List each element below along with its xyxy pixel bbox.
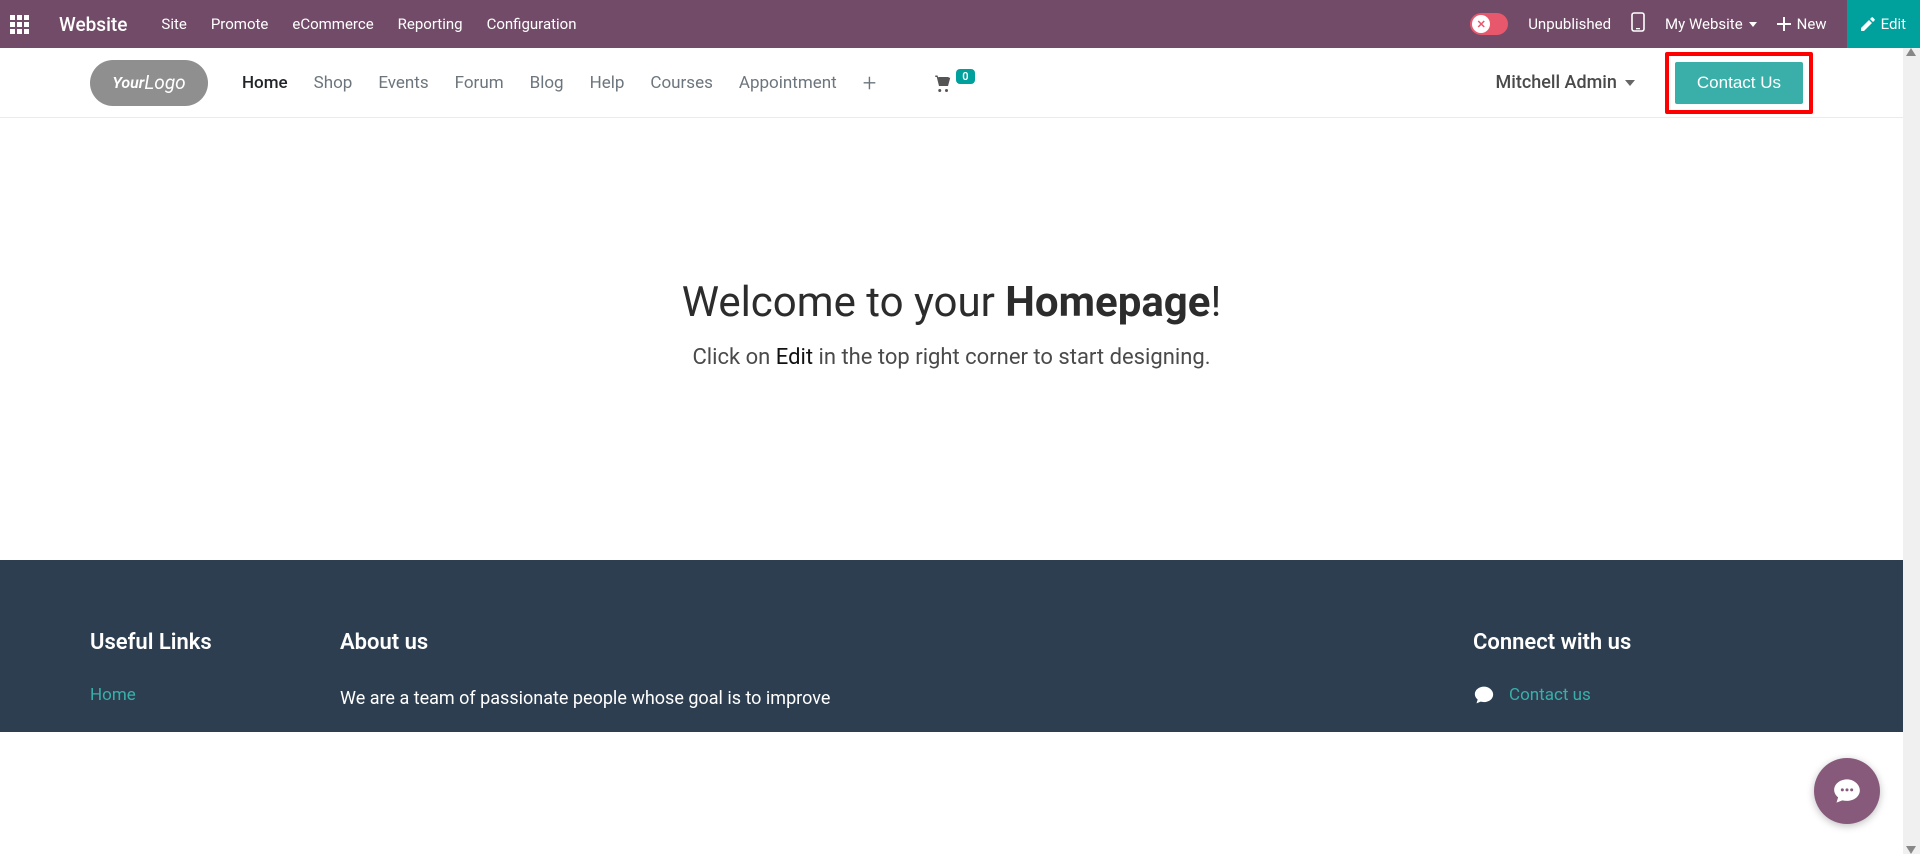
hero-sub-post: in the top right corner to start designi… xyxy=(813,345,1210,370)
hero-title-post: ! xyxy=(1210,278,1221,327)
cart-icon xyxy=(932,74,952,92)
website-selector[interactable]: My Website xyxy=(1665,15,1757,33)
plus-icon xyxy=(1777,17,1791,31)
hero-subtitle: Click on Edit in the top right corner to… xyxy=(20,345,1883,370)
nav-home[interactable]: Home xyxy=(242,73,288,93)
footer-link-home[interactable]: Home xyxy=(90,685,300,705)
edit-label: Edit xyxy=(1881,15,1906,33)
vertical-scrollbar[interactable] xyxy=(1903,48,1920,854)
footer-contact-link[interactable]: Contact us xyxy=(1509,685,1591,705)
highlight-annotation: Contact Us xyxy=(1665,52,1813,114)
nav-forum[interactable]: Forum xyxy=(455,73,504,93)
hero-title-strong: Homepage xyxy=(1005,278,1210,327)
footer-about: About us We are a team of passionate peo… xyxy=(340,630,900,712)
user-menu[interactable]: Mitchell Admin xyxy=(1496,72,1635,93)
site-header-right: Mitchell Admin Contact Us xyxy=(1496,52,1813,114)
nav-courses[interactable]: Courses xyxy=(650,73,712,93)
footer-useful-title: Useful Links xyxy=(90,630,300,655)
website-selector-label: My Website xyxy=(1665,15,1743,33)
add-menu-icon[interactable]: + xyxy=(863,69,877,97)
cart-button[interactable]: 0 xyxy=(932,74,974,92)
publish-state-label: Unpublished xyxy=(1528,15,1611,33)
hero-section: Welcome to your Homepage! Click on Edit … xyxy=(0,118,1903,560)
new-label: New xyxy=(1797,15,1827,33)
publish-toggle[interactable]: ✕ xyxy=(1470,13,1508,35)
menu-configuration[interactable]: Configuration xyxy=(487,15,577,33)
hero-title: Welcome to your Homepage! xyxy=(20,278,1883,327)
nav-shop[interactable]: Shop xyxy=(314,73,353,93)
nav-appointment[interactable]: Appointment xyxy=(739,73,837,93)
apps-grid-icon[interactable] xyxy=(10,15,29,34)
site-nav: Home Shop Events Forum Blog Help Courses… xyxy=(242,69,1496,97)
logo-text-your: Your xyxy=(112,73,144,92)
site-logo[interactable]: YourLogo xyxy=(90,60,208,106)
footer-about-text: We are a team of passionate people whose… xyxy=(340,685,900,712)
menu-site[interactable]: Site xyxy=(161,15,186,33)
footer-connect-title: Connect with us xyxy=(1473,630,1813,655)
chevron-down-icon xyxy=(1749,22,1757,27)
logo-text-logo: Logo xyxy=(144,71,185,94)
chat-icon xyxy=(1832,777,1862,805)
top-bar-right: ✕ Unpublished My Website New Edit xyxy=(1470,0,1910,48)
nav-blog[interactable]: Blog xyxy=(530,73,564,93)
page-wrapper: YourLogo Home Shop Events Forum Blog Hel… xyxy=(0,48,1920,854)
mobile-preview-icon[interactable] xyxy=(1631,12,1645,36)
admin-top-bar: Website Site Promote eCommerce Reporting… xyxy=(0,0,1920,48)
footer-useful-links: Useful Links Home xyxy=(90,630,300,712)
pencil-icon xyxy=(1861,17,1875,31)
footer-about-title: About us xyxy=(340,630,900,655)
footer-connect-row: Contact us xyxy=(1473,685,1813,705)
content-area: YourLogo Home Shop Events Forum Blog Hel… xyxy=(0,48,1903,854)
contact-us-button[interactable]: Contact Us xyxy=(1675,62,1803,104)
module-brand[interactable]: Website xyxy=(59,13,127,36)
footer-connect: Connect with us Contact us xyxy=(1473,630,1813,712)
top-bar-left: Website Site Promote eCommerce Reporting… xyxy=(10,13,1470,36)
menu-promote[interactable]: Promote xyxy=(211,15,269,33)
site-footer: Useful Links Home About us We are a team… xyxy=(0,560,1903,732)
edit-button[interactable]: Edit xyxy=(1847,0,1920,48)
cart-count-badge: 0 xyxy=(956,69,974,84)
close-icon: ✕ xyxy=(1472,15,1490,33)
nav-events[interactable]: Events xyxy=(378,73,428,93)
new-button[interactable]: New xyxy=(1777,15,1827,33)
chat-fab[interactable] xyxy=(1814,758,1880,824)
menu-ecommerce[interactable]: eCommerce xyxy=(292,15,373,33)
hero-title-pre: Welcome to your xyxy=(682,278,1006,327)
nav-help[interactable]: Help xyxy=(590,73,625,93)
speech-bubble-icon xyxy=(1473,685,1495,705)
chevron-down-icon xyxy=(1625,80,1635,86)
menu-reporting[interactable]: Reporting xyxy=(398,15,463,33)
hero-sub-edit: Edit xyxy=(776,345,813,370)
site-header: YourLogo Home Shop Events Forum Blog Hel… xyxy=(0,48,1903,118)
user-name: Mitchell Admin xyxy=(1496,72,1617,93)
hero-sub-pre: Click on xyxy=(692,345,775,370)
